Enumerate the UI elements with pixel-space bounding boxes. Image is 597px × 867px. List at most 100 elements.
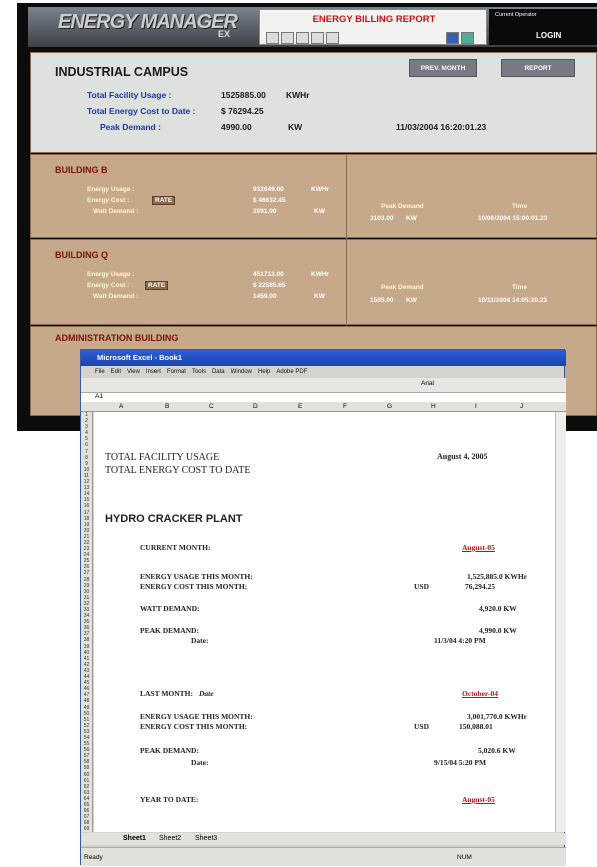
cell-text: YEAR TO DATE: — [140, 795, 199, 804]
back-arrow-icon[interactable] — [296, 32, 309, 44]
kw-unit: KW — [314, 293, 325, 300]
cell-text: 3,001,770.0 KWHr — [467, 712, 527, 721]
cell-text: USD — [414, 582, 430, 591]
cell-text: 1,525,885.0 KWHr — [467, 572, 527, 581]
col-header[interactable]: F — [343, 403, 347, 410]
watt-demand-label: Watt Demand : — [93, 208, 139, 215]
col-header[interactable]: A — [119, 403, 123, 410]
peak-demand-value: 1505.00 — [370, 297, 394, 304]
col-header[interactable]: D — [253, 403, 258, 410]
excel-window: Microsoft Excel - Book1 File Edit View Inse… — [80, 349, 566, 866]
prev-month-button[interactable]: PREV. MONTH — [409, 59, 477, 77]
usage-value: 1525885.00 — [221, 90, 266, 100]
network-icon[interactable] — [461, 32, 474, 44]
sheet-tab[interactable]: Sheet1 — [123, 833, 146, 845]
rate-button[interactable]: RATE — [145, 281, 169, 290]
cell-text: August-05 — [462, 795, 495, 804]
menu-edit[interactable]: Edit — [111, 369, 121, 375]
status-text: Ready — [84, 854, 103, 861]
peak-demand-label: Peak Demand — [381, 203, 424, 210]
menu-adobe-pdf[interactable]: Adobe PDF — [276, 369, 307, 375]
watt-demand-label: Watt Demand : — [93, 293, 139, 300]
building-name: BUILDING B — [55, 165, 108, 175]
cell-text: CURRENT MONTH: — [140, 543, 211, 552]
col-header[interactable]: G — [387, 403, 392, 410]
energy-cost-value: $ 46632.45 — [253, 197, 286, 204]
rate-button[interactable]: RATE — [152, 196, 176, 205]
col-header[interactable]: I — [475, 403, 477, 410]
energy-cost-label: Energy Cost : — [87, 282, 130, 289]
building-b-panel: BUILDING B Energy Usage : 932649.00 KWHr… — [30, 154, 597, 239]
col-header[interactable]: J — [520, 403, 523, 410]
campus-title: INDUSTRIAL CAMPUS — [55, 65, 189, 79]
cell-text: PEAK DEMAND: — [140, 746, 199, 755]
sheet-tab[interactable]: Sheet2 — [159, 833, 181, 845]
divider — [346, 240, 347, 326]
forward-arrow-icon[interactable] — [311, 32, 324, 44]
cell-name-box[interactable]: A1 — [95, 393, 103, 400]
cell-text: 5,020.6 KW — [478, 746, 516, 755]
menu-file[interactable]: File — [95, 369, 105, 375]
cost-value: $ 76294.25 — [221, 106, 264, 116]
peak-demand-label: Peak Demand — [381, 284, 424, 291]
kw-unit: KW — [406, 215, 417, 222]
col-header[interactable]: C — [209, 403, 214, 410]
cell-text: 4,920.0 KW — [479, 604, 517, 613]
worksheet[interactable]: TOTAL FACILITY USAGE TOTAL ENERGY COST T… — [94, 412, 555, 832]
peak-value: 4990.00 — [221, 122, 252, 132]
login-button[interactable]: LOGIN — [536, 31, 561, 40]
num-indicator: NUM — [457, 854, 472, 861]
cell-text: Date: — [191, 636, 209, 645]
cell-text: 11/3/04 4:20 PM — [434, 636, 486, 645]
cell-text: 4,990.0 KW — [479, 626, 517, 635]
cell-text: USD — [414, 722, 430, 731]
menu-tools[interactable]: Tools — [192, 369, 206, 375]
font-select[interactable]: Arial — [421, 380, 434, 387]
energy-usage-label: Energy Usage : — [87, 186, 135, 193]
report-title: ENERGY BILLING REPORT — [312, 14, 436, 25]
menu-view[interactable]: View — [127, 369, 140, 375]
menu-help[interactable]: Help — [258, 369, 270, 375]
energy-usage-value: 932649.00 — [253, 186, 284, 193]
cell-text: LAST MONTH: — [140, 689, 193, 698]
menu-insert[interactable]: Insert — [146, 369, 161, 375]
time-label: Time — [512, 284, 528, 291]
energy-usage-label: Energy Usage : — [87, 271, 135, 278]
chart-icon[interactable] — [326, 32, 339, 44]
cell-text: August 4, 2005 — [437, 452, 488, 461]
peak-label: Peak Demand : — [100, 122, 161, 132]
save-icon[interactable] — [281, 32, 294, 44]
menu-format[interactable]: Format — [167, 369, 186, 375]
row-number[interactable]: 69 — [81, 826, 92, 832]
energy-cost-label: Energy Cost : — [87, 197, 130, 204]
vertical-scrollbar[interactable] — [555, 412, 566, 832]
cell-text: WATT DEMAND: — [140, 604, 200, 613]
cost-label: Total Energy Cost to Date : — [87, 106, 196, 116]
cell-text: ENERGY USAGE THIS MONTH: — [140, 572, 253, 581]
excel-title: Microsoft Excel - Book1 — [81, 350, 566, 366]
sheet-tab[interactable]: Sheet3 — [195, 833, 217, 845]
usage-label: Total Facility Usage : — [87, 90, 172, 100]
cell-text: 150,088.01 — [459, 722, 493, 731]
status-bar: Ready NUM — [81, 847, 566, 866]
building-name: BUILDING Q — [55, 250, 108, 260]
cell-text: October-04 — [462, 689, 498, 698]
kwhr-unit: KWHr — [311, 271, 330, 278]
cell-text: Date — [199, 689, 214, 698]
kwhr-unit: KWHr — [311, 186, 330, 193]
row-headers: 1 2 3 4 5 6 7 8 9 10 11 12 13 14 15 16 17 18 19 20 21 22 23 24 2… — [81, 412, 93, 832]
monitor-icon[interactable] — [446, 32, 459, 44]
col-header[interactable]: E — [298, 403, 302, 410]
cell-text: August-05 — [462, 543, 495, 552]
col-header[interactable]: B — [165, 403, 169, 410]
menu-data[interactable]: Data — [212, 369, 225, 375]
sheet-tabs: Sheet1 Sheet2 Sheet3 — [81, 833, 566, 845]
cell-text: ENERGY USAGE THIS MONTH: — [140, 712, 253, 721]
formula-bar: A1 — [81, 392, 566, 402]
menu-window[interactable]: Window — [231, 369, 252, 375]
print-icon[interactable] — [266, 32, 279, 44]
watt-demand-value: 2991.00 — [253, 208, 277, 215]
time-label: Time — [512, 203, 528, 210]
report-button[interactable]: REPORT — [501, 59, 575, 77]
col-header[interactable]: H — [431, 403, 436, 410]
